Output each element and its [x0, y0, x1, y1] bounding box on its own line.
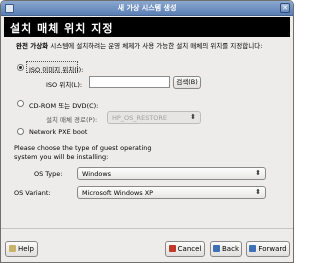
description: 완전 가상화 시스템에 설치하려는 운영 체제가 사용 가능한 설치 매체의 위… — [16, 42, 286, 51]
iso-radio[interactable] — [17, 64, 24, 71]
page-title: 설치 매체 위치 지정 — [10, 22, 114, 35]
cdrom-path-label: 설치 매체 경로(P): — [46, 116, 98, 124]
forward-button[interactable]: Forward — [246, 241, 290, 257]
iso-location-field[interactable] — [89, 76, 170, 88]
description-bold: 완전 가상화 — [16, 42, 49, 50]
iso-location-label: ISO 위치(L): — [46, 81, 83, 89]
window-title: 새 가상 시스템 생성 — [117, 4, 177, 12]
guest-prompt-line1: Please choose the type of guest operatin… — [14, 144, 152, 152]
os-type-select[interactable]: Windows ⬍ — [77, 167, 266, 180]
title-bar[interactable]: 새 가상 시스템 생성 ✕ — [1, 1, 293, 16]
cdrom-radio-label[interactable]: CD-ROM 또는 DVD(C): — [29, 100, 98, 110]
pxe-radio-label[interactable]: Network PXE boot — [29, 128, 87, 136]
os-variant-value: Microsoft Windows XP — [82, 189, 154, 197]
os-variant-label: OS Variant: — [14, 189, 51, 197]
cancel-button[interactable]: Cancel — [165, 241, 205, 257]
guest-prompt-line2: system you will be installing: — [14, 153, 109, 161]
os-variant-select[interactable]: Microsoft Windows XP ⬍ — [77, 186, 266, 199]
cancel-label: Cancel — [177, 245, 202, 253]
back-label: Back — [222, 245, 239, 253]
pxe-radio[interactable] — [17, 128, 24, 135]
help-button[interactable]: Help — [5, 241, 38, 257]
page-header: 설치 매체 위치 지정 — [4, 17, 290, 37]
forward-arrow-icon — [249, 245, 257, 252]
dialog-window: 새 가상 시스템 생성 ✕ 설치 매체 위치 지정 완전 가상화 시스템에 설치… — [0, 0, 294, 263]
chevron-down-icon: ⬍ — [255, 169, 261, 177]
forward-label: Forward — [258, 245, 287, 253]
help-icon — [9, 245, 17, 252]
footer-separator — [1, 228, 293, 229]
os-type-label: OS Type: — [34, 170, 63, 178]
back-arrow-icon — [213, 245, 220, 252]
cdrom-path-value: HP_OS_RESTORE — [112, 114, 168, 122]
cdrom-radio[interactable] — [17, 100, 24, 107]
description-text: 시스템에 설치하려는 운영 체제가 사용 가능한 설치 매체의 위치를 지정합니… — [48, 42, 263, 50]
iso-radio-label[interactable]: ISO 이미지 위치(I): — [29, 64, 83, 74]
cdrom-path-select: HP_OS_RESTORE ⬍ — [107, 111, 201, 124]
back-button[interactable]: Back — [210, 241, 242, 257]
close-icon[interactable]: ✕ — [280, 3, 290, 13]
help-label: Help — [18, 245, 34, 253]
chevron-down-icon: ⬍ — [190, 113, 196, 121]
browse-button[interactable]: 검색(B) — [173, 76, 201, 89]
os-type-value: Windows — [82, 170, 112, 178]
chevron-down-icon: ⬍ — [255, 188, 261, 196]
cancel-icon — [168, 245, 176, 252]
main-content: 완전 가상화 시스템에 설치하려는 운영 체제가 사용 가능한 설치 매체의 위… — [4, 37, 290, 227]
